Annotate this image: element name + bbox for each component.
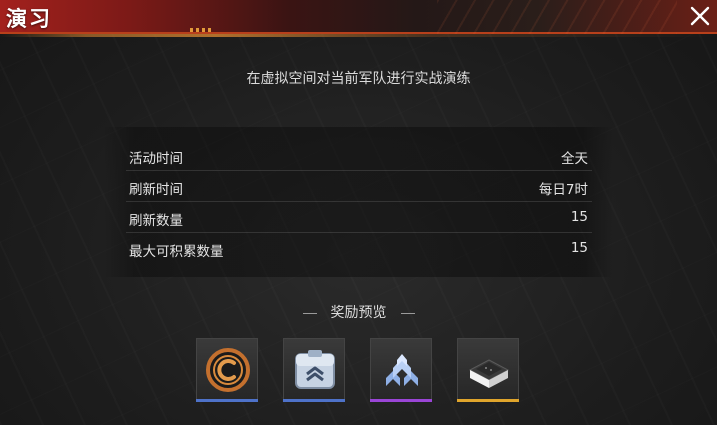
divider-dash	[400, 312, 415, 314]
rarity-bar	[457, 399, 519, 402]
coin-icon	[206, 348, 250, 392]
info-panel: 活动时间 全天 刷新时间 每日7时 刷新数量 15 最大可积累数量 15	[104, 127, 613, 277]
rarity-bar	[283, 399, 345, 402]
reward-item-coin[interactable]	[196, 338, 258, 402]
rarity-bar	[370, 399, 432, 402]
page-title: 演习	[6, 7, 52, 31]
close-button[interactable]	[687, 3, 713, 29]
header-decoration	[437, 0, 677, 34]
info-value: 15	[570, 240, 588, 256]
material-block-icon	[468, 359, 510, 388]
reward-preview-heading: 奖励预览	[0, 302, 717, 322]
rank-chevrons-icon	[386, 354, 418, 386]
supply-chest-icon	[295, 350, 335, 389]
reward-item-supply-chest[interactable]	[283, 338, 345, 402]
close-icon	[690, 6, 710, 26]
info-row-refresh-time: 刷新时间 每日7时	[126, 172, 592, 202]
info-row-max-accumulate: 最大可积累数量 15	[126, 234, 592, 264]
info-value: 全天	[561, 151, 588, 167]
reward-item-material-block[interactable]	[457, 338, 519, 402]
info-label: 刷新时间	[129, 182, 183, 198]
reward-item-rank-chevrons[interactable]	[370, 338, 432, 402]
header-stripe-decoration	[190, 28, 214, 32]
info-row-refresh-count: 刷新数量 15	[126, 203, 592, 233]
info-label: 最大可积累数量	[129, 244, 224, 260]
info-label: 刷新数量	[129, 213, 183, 229]
info-value: 每日7时	[538, 182, 588, 198]
divider-dash	[302, 312, 317, 314]
reward-heading-label: 奖励预览	[330, 305, 387, 321]
rarity-bar	[196, 399, 258, 402]
event-description: 在虚拟空间对当前军队进行实战演练	[246, 71, 471, 87]
info-label: 活动时间	[129, 151, 183, 167]
info-row-activity-time: 活动时间 全天	[126, 141, 592, 171]
info-value: 15	[570, 209, 588, 225]
header-bar: 演习	[0, 0, 717, 37]
